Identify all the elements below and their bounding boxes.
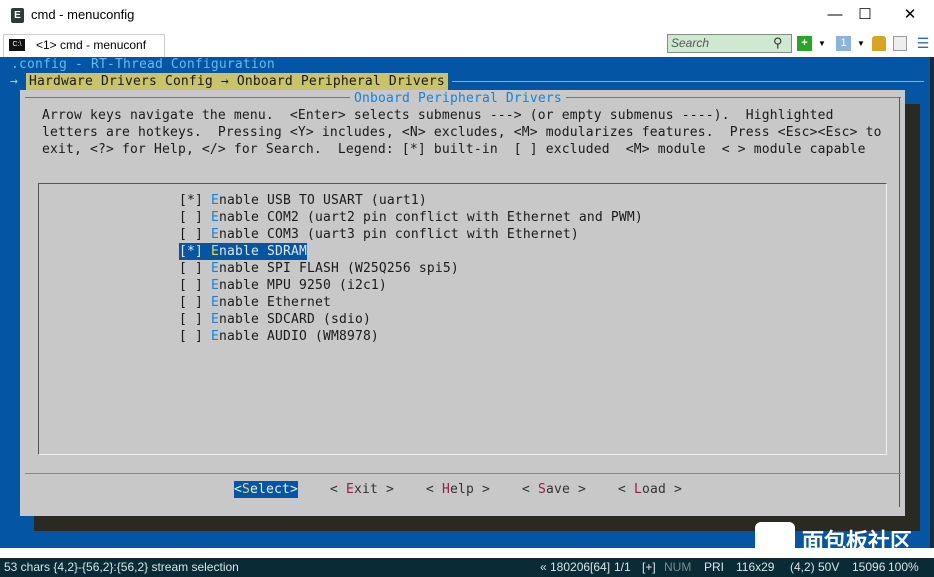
menu-item-label: nable AUDIO (WM8978) — [219, 329, 379, 344]
hotkey-letter: L — [634, 482, 642, 497]
hotkey-letter: E — [211, 210, 219, 225]
menu-item-label: nable COM3 (uart3 pin conflict with Ethe… — [219, 227, 579, 242]
checkbox[interactable]: [ ] — [179, 295, 211, 310]
menu-item-label: nable SDCARD (sdio) — [219, 312, 371, 327]
dropdown-arrow-icon[interactable]: ▼ — [856, 36, 866, 51]
hotkey-letter: E — [211, 295, 219, 310]
hotkey-letter: E — [211, 244, 219, 259]
divider — [25, 473, 901, 474]
page-status: 1/1 — [614, 560, 631, 574]
checkbox[interactable]: [ ] — [179, 227, 211, 242]
breadcrumb-arrow-icon: → — [10, 74, 18, 89]
status-bar: 53 chars {4,2}-{56,2}:{56,2} stream sele… — [0, 558, 934, 577]
button-bracket: < — [522, 482, 538, 497]
breadcrumb: Hardware Drivers Config → Onboard Periph… — [26, 73, 448, 90]
menu-item[interactable]: [ ] Enable MPU 9250 (i2c1) — [179, 277, 387, 294]
menu-item-label: nable COM2 (uart2 pin conflict with Ethe… — [219, 210, 643, 225]
config-title: .config - RT-Thread Configuration — [11, 57, 275, 72]
menu-item[interactable]: [ ] Enable AUDIO (WM8978) — [179, 328, 379, 345]
checkbox[interactable]: [*] — [179, 193, 211, 208]
menu-item-label: nable MPU 9250 (i2c1) — [219, 278, 387, 293]
dropdown-arrow-icon[interactable]: ▼ — [817, 36, 827, 51]
num-lock-status: NUM — [664, 560, 692, 574]
window-title: cmd - menuconfig — [31, 7, 135, 22]
search-icon[interactable]: ⚲ — [773, 35, 783, 51]
modified-status: [+] — [642, 560, 656, 574]
menu-item-label: nable SDRAM — [219, 244, 307, 259]
help-text: Arrow keys navigate the menu. <Enter> se… — [42, 108, 834, 123]
maximize-button[interactable]: ☐ — [850, 4, 880, 26]
checkbox[interactable]: [ ] — [179, 278, 211, 293]
menu-item-label: nable Ethernet — [219, 295, 331, 310]
button-bracket: < — [330, 482, 346, 497]
help-text: exit, <?> for Help, </> for Search. Lege… — [42, 142, 866, 157]
button-load[interactable]: < Load > — [618, 481, 682, 498]
menu-item[interactable]: [*] Enable SDRAM — [179, 243, 307, 260]
zoom-status: 100% — [888, 560, 919, 574]
checkbox[interactable]: [ ] — [179, 210, 211, 225]
checkbox[interactable]: [*] — [179, 244, 211, 259]
hotkey-letter: S — [242, 482, 250, 497]
button-label: elect> — [250, 482, 298, 497]
hotkey-letter: E — [211, 227, 219, 242]
button-label: ave > — [546, 482, 586, 497]
minimize-button[interactable]: — — [820, 4, 850, 26]
console-list-icon[interactable]: 1 — [836, 36, 851, 51]
cursor-status: (4,2) 50V — [790, 560, 840, 574]
priority-status: PRI — [704, 560, 725, 574]
menu-icon[interactable]: ☰ — [916, 36, 930, 51]
button-bracket: < — [618, 482, 634, 497]
selection-status: 53 chars {4,2}-{56,2}:{56,2} stream sele… — [4, 560, 239, 574]
menu-item-label: nable SPI FLASH (W25Q256 spi5) — [219, 261, 459, 276]
button-exit[interactable]: < Exit > — [330, 481, 394, 498]
lock-icon[interactable] — [872, 36, 886, 51]
dialog-border — [899, 97, 900, 507]
hotkey-letter: H — [442, 482, 450, 497]
dialog-title: Onboard Peripheral Drivers — [350, 90, 566, 107]
checkbox[interactable]: [ ] — [179, 329, 211, 344]
menu-item[interactable]: [ ] Enable COM2 (uart2 pin conflict with… — [179, 209, 643, 226]
button-save[interactable]: < Save > — [522, 481, 586, 498]
menu-item-label: nable USB TO USART (uart1) — [219, 193, 427, 208]
button-label: oad > — [642, 482, 682, 497]
hotkey-letter: S — [538, 482, 546, 497]
console-size: 116x29 — [736, 560, 775, 574]
menu-item[interactable]: [*] Enable USB TO USART (uart1) — [179, 192, 427, 209]
app-icon: E — [11, 8, 24, 23]
button-help[interactable]: < Help > — [426, 481, 490, 498]
button-bracket: < — [426, 482, 442, 497]
hotkey-letter: E — [211, 312, 219, 327]
hotkey-letter: E — [346, 482, 354, 497]
button-bracket: < — [234, 482, 242, 497]
help-text: letters are hotkeys. Pressing <Y> includ… — [42, 125, 882, 140]
button-select[interactable]: <Select> — [234, 481, 298, 498]
hotkey-letter: E — [211, 261, 219, 276]
title-bar — [0, 0, 934, 32]
split-view-icon[interactable] — [893, 36, 907, 51]
hotkey-letter: E — [211, 193, 219, 208]
button-label: elp > — [450, 482, 490, 497]
hotkey-letter: E — [211, 329, 219, 344]
checkbox[interactable]: [ ] — [179, 261, 211, 276]
checkbox[interactable]: [ ] — [179, 312, 211, 327]
button-label: xit > — [354, 482, 394, 497]
menu-item[interactable]: [ ] Enable COM3 (uart3 pin conflict with… — [179, 226, 579, 243]
position-status: « 180206[64] — [540, 560, 611, 574]
new-console-icon[interactable]: + — [797, 36, 812, 51]
menu-item[interactable]: [ ] Enable SDCARD (sdio) — [179, 311, 371, 328]
tab-console-1[interactable]: <1> cmd - menuconf — [3, 34, 165, 57]
menu-item[interactable]: [ ] Enable SPI FLASH (W25Q256 spi5) — [179, 260, 459, 277]
close-button[interactable]: ✕ — [895, 4, 925, 26]
console-icon: C:\ — [9, 39, 25, 51]
hotkey-letter: E — [211, 278, 219, 293]
divider — [452, 81, 924, 82]
menu-item[interactable]: [ ] Enable Ethernet — [179, 294, 331, 311]
memory-status: 15096 — [852, 560, 886, 574]
